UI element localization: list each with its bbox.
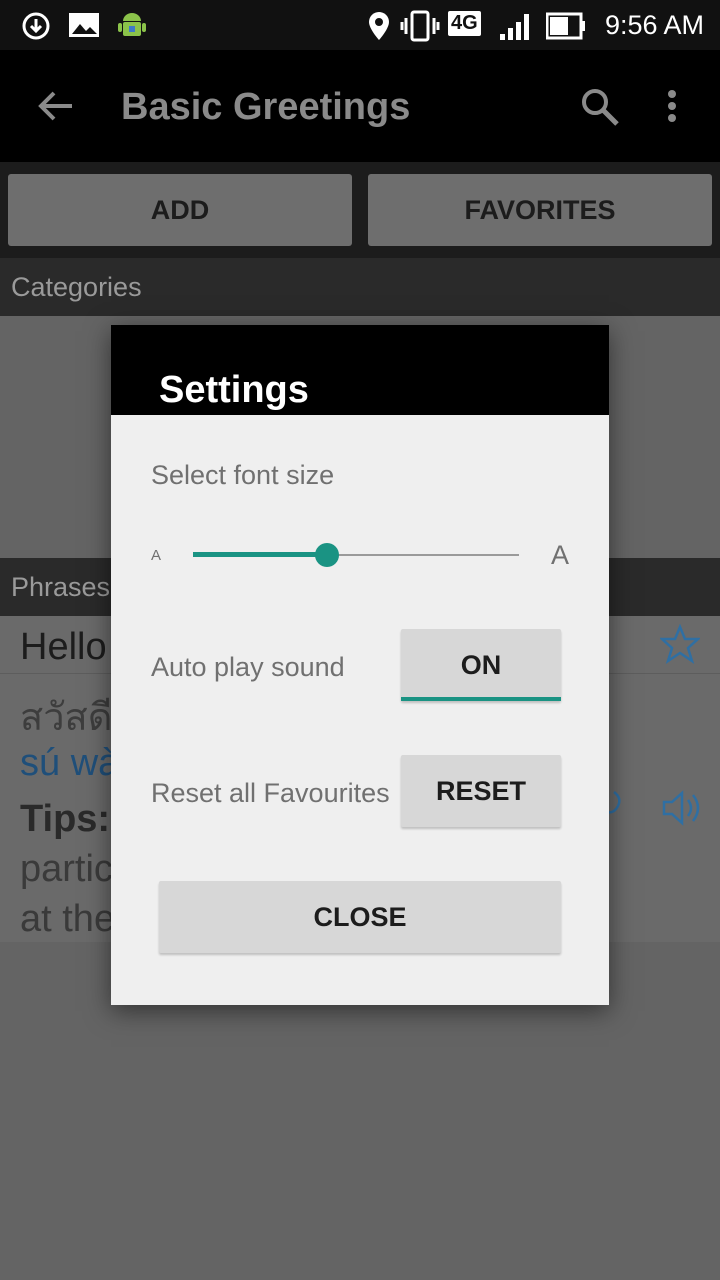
network-type-icon: 4G <box>448 11 481 36</box>
font-size-slider-fill[interactable] <box>193 552 327 557</box>
back-arrow-icon[interactable] <box>36 86 76 131</box>
status-time: 9:56 AM <box>604 10 704 40</box>
font-size-small-label: A <box>151 547 162 564</box>
reset-button[interactable]: RESET <box>401 755 561 827</box>
dialog-title: Settings <box>159 369 309 411</box>
battery-icon <box>545 10 586 47</box>
phrase-english: Hello <box>20 626 107 668</box>
app-bar: Basic Greetings <box>0 50 720 162</box>
settings-dialog: Settings Select font size A A Auto play … <box>111 325 609 1005</box>
close-button[interactable]: CLOSE <box>159 881 561 953</box>
location-icon <box>366 10 392 47</box>
status-bar: 4G 9:56 AM <box>0 0 720 50</box>
toggle-indicator <box>401 697 561 701</box>
phrases-label: Phrases <box>11 572 111 602</box>
reset-favourites-label: Reset all Favourites <box>151 778 390 808</box>
font-size-large-label: A <box>551 540 570 570</box>
image-icon <box>68 10 100 45</box>
star-icon[interactable] <box>658 623 702 669</box>
download-icon <box>20 10 52 47</box>
font-size-label: Select font size <box>151 460 335 490</box>
tips-text-line2: at the <box>20 898 116 940</box>
auto-play-label: Auto play sound <box>151 652 345 682</box>
font-size-slider-track[interactable] <box>327 554 519 556</box>
action-button-row: ADD FAVORITES <box>0 162 720 258</box>
search-icon[interactable] <box>580 87 620 132</box>
add-button[interactable]: ADD <box>8 174 352 246</box>
phrase-romanized: sú wà <box>20 742 120 784</box>
vibrate-icon <box>400 10 440 47</box>
phrase-thai: สวัสดี <box>20 697 113 739</box>
tips-label: Tips: <box>20 798 111 840</box>
page-title: Basic Greetings <box>121 86 411 128</box>
tips-text-line1: partic <box>20 848 113 890</box>
categories-header: Categories <box>0 258 720 316</box>
more-vert-icon[interactable] <box>660 88 684 133</box>
speaker-icon[interactable] <box>660 786 704 835</box>
categories-label: Categories <box>11 272 142 302</box>
favorites-button[interactable]: FAVORITES <box>368 174 712 246</box>
android-icon <box>116 10 148 47</box>
font-size-slider-thumb[interactable] <box>315 543 339 567</box>
auto-play-toggle[interactable]: ON <box>401 629 561 701</box>
signal-icon <box>496 10 536 47</box>
